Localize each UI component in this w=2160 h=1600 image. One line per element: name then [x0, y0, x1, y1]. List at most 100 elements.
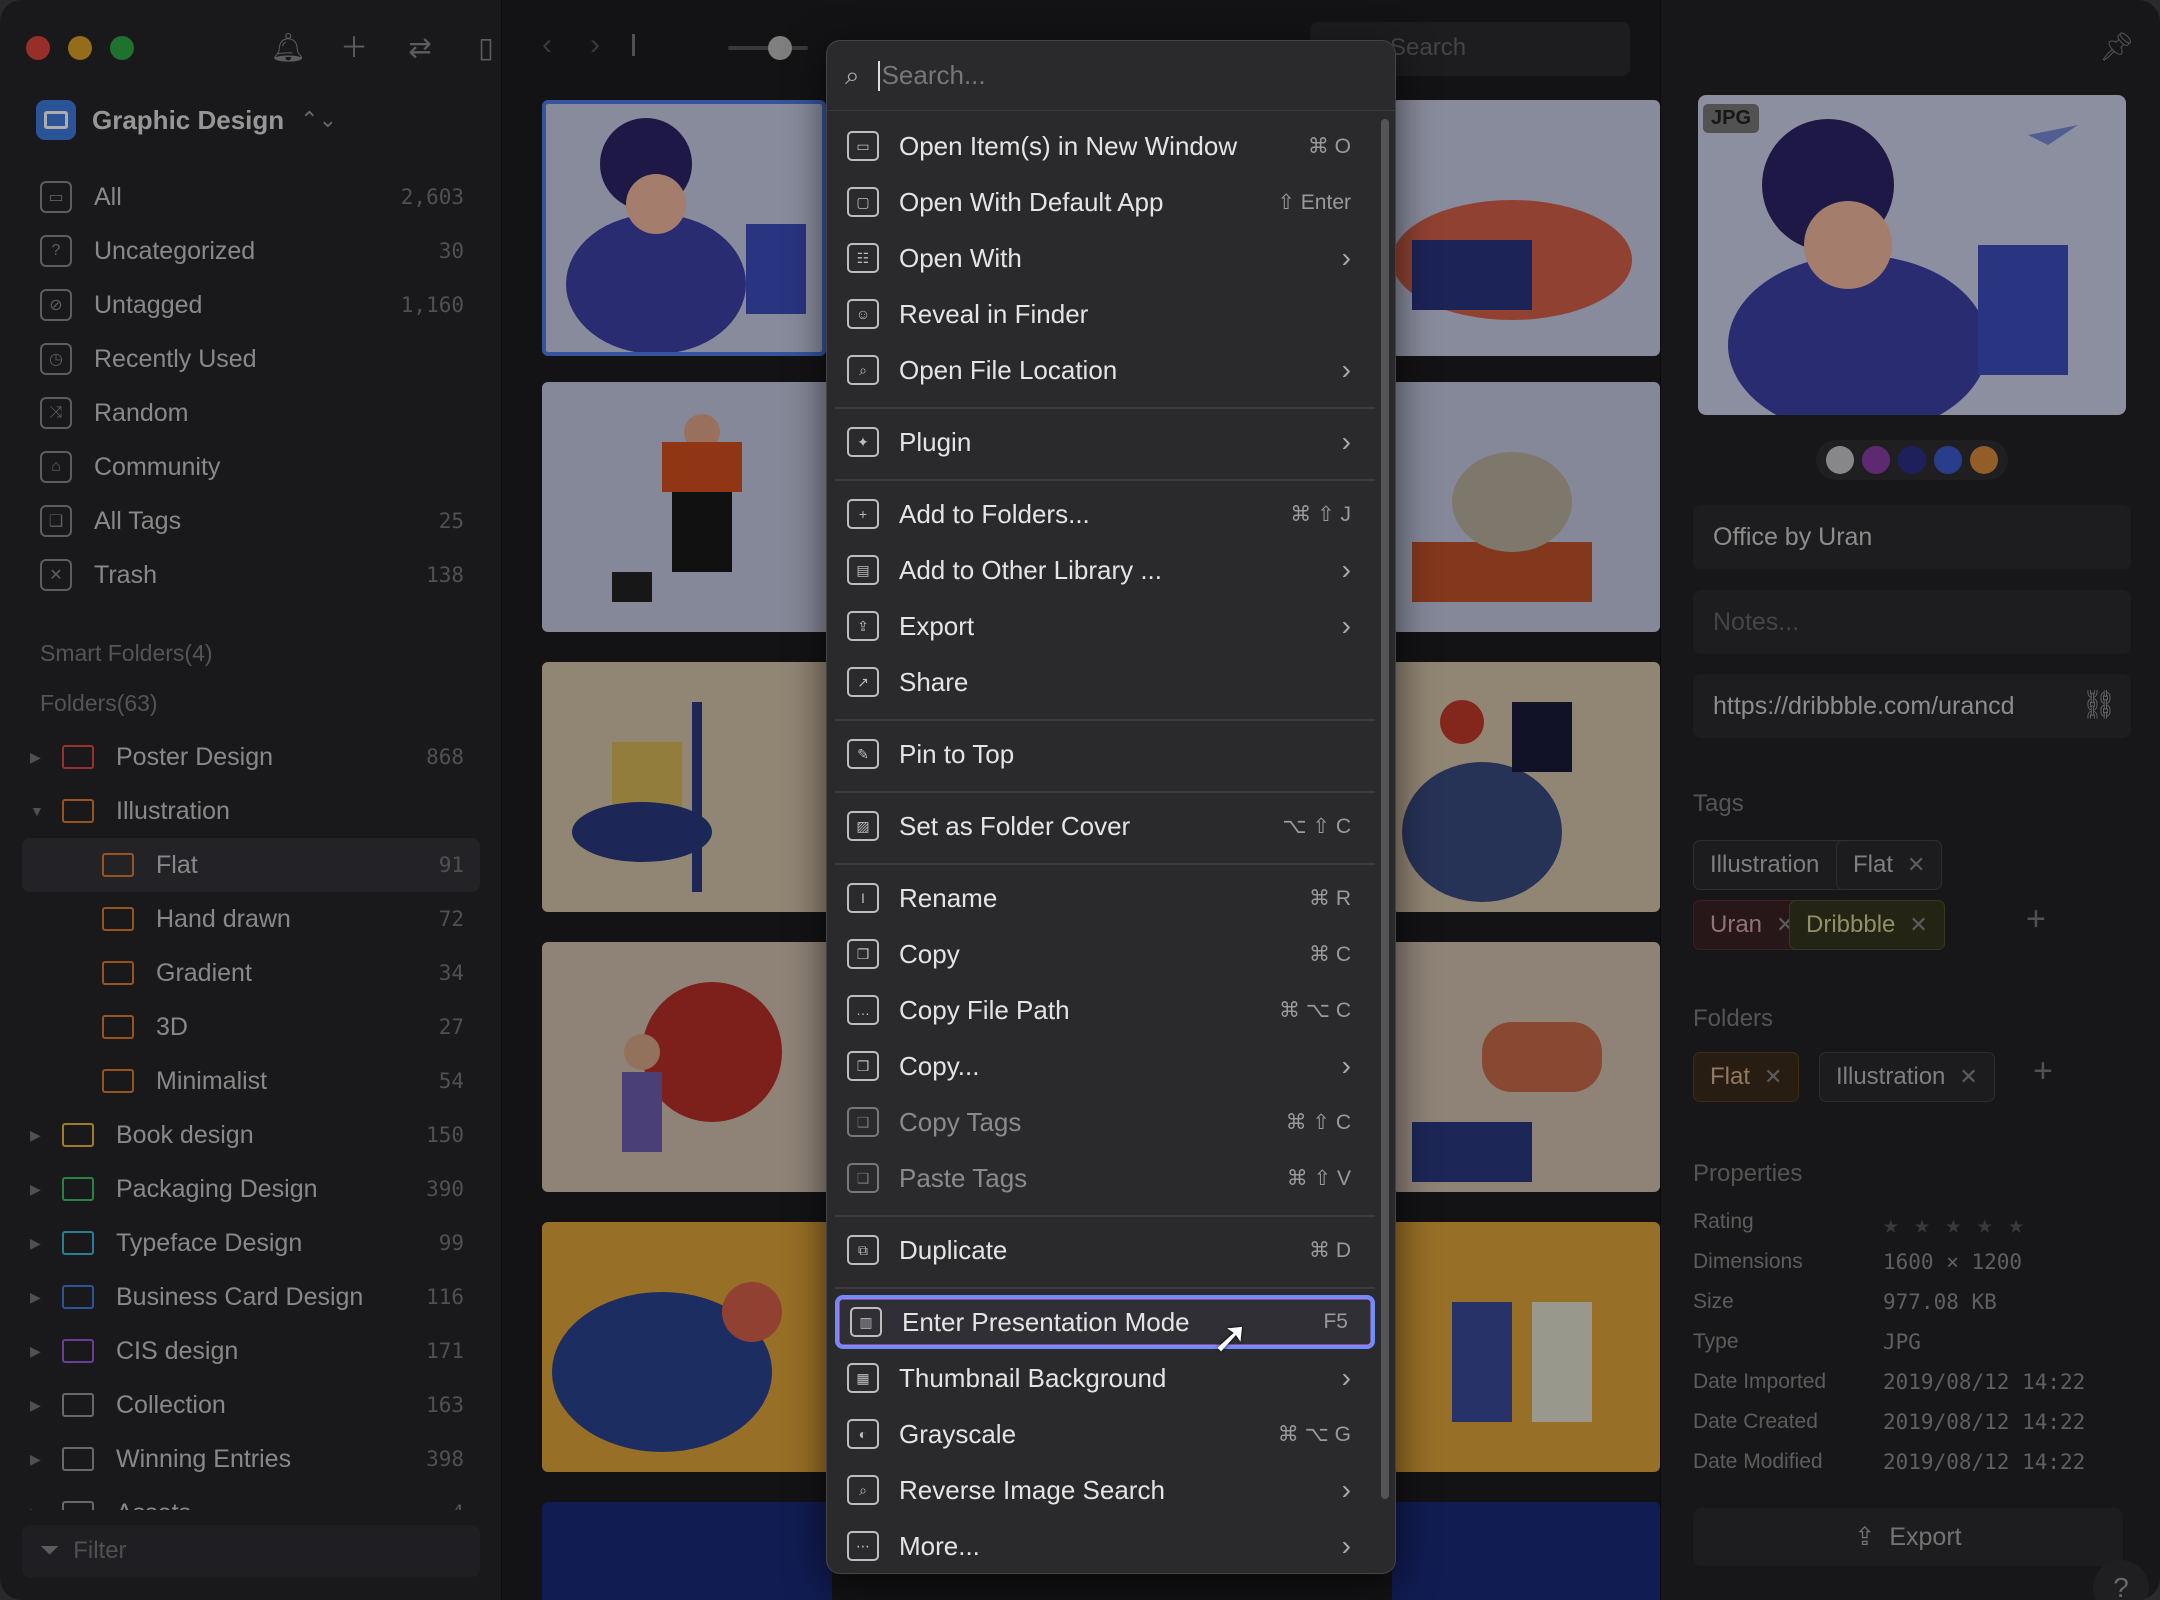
menu-separator — [835, 479, 1375, 481]
menu-item-label: Copy — [899, 938, 960, 969]
menu-item-label: Plugin — [899, 426, 972, 457]
menu-item[interactable]: ▦ Thumbnail Background › — [835, 1351, 1375, 1405]
menu-item: ❑ Copy Tags ⌘ ⇧ C — [835, 1095, 1375, 1149]
menu-item-label: Copy... — [899, 1050, 980, 1081]
menu-item[interactable]: ▭ Open Item(s) in New Window ⌘ O — [835, 119, 1375, 173]
menu-item[interactable]: ☷ Open With › — [835, 231, 1375, 285]
context-menu: ⌕ Search... ▭ Open Item(s) in New Window ⌘… — [826, 40, 1396, 1574]
open-app-icon: ▢ — [847, 187, 879, 217]
menu-item-shortcut: ⌘ ⇧ J — [1290, 502, 1351, 526]
menu-item[interactable]: ▨ Set as Folder Cover ⌥ ⇧ C — [835, 799, 1375, 853]
open-with-icon: ☷ — [847, 243, 879, 273]
menu-separator — [835, 407, 1375, 409]
menu-item[interactable]: ↗ Share — [835, 655, 1375, 709]
menu-search-placeholder: Search... — [881, 60, 986, 90]
menu-item-label: Reveal in Finder — [899, 298, 1089, 329]
menu-separator — [835, 1215, 1375, 1217]
menu-item-label: Open With — [899, 242, 1022, 273]
menu-item[interactable]: ⇪ Export › — [835, 599, 1375, 653]
copy-icon: ❐ — [847, 939, 879, 969]
menu-item-label: Copy File Path — [899, 994, 1070, 1025]
checker-icon: ▦ — [847, 1363, 879, 1393]
rename-icon: I — [847, 883, 879, 913]
menu-item-label: Copy Tags — [899, 1106, 1022, 1137]
menu-item-label: Thumbnail Background — [899, 1362, 1167, 1393]
menu-item: ❑ Paste Tags ⌘ ⇧ V — [835, 1151, 1375, 1205]
menu-item-label: Add to Other Library ... — [899, 554, 1163, 585]
chevron-right-icon: › — [1341, 354, 1351, 385]
menu-item-label: Grayscale — [899, 1418, 1017, 1449]
menu-item-label: Reverse Image Search — [899, 1474, 1165, 1505]
menu-item[interactable]: ✦ Plugin › — [835, 415, 1375, 469]
menu-scrollbar[interactable] — [1381, 119, 1389, 1499]
chevron-right-icon: › — [1341, 554, 1351, 585]
chevron-right-icon: › — [1341, 1530, 1351, 1561]
copy-tags-icon: ❑ — [847, 1107, 879, 1137]
file-location-icon: ⌕ — [847, 355, 879, 385]
menu-separator — [835, 863, 1375, 865]
more-icon: ⋯ — [847, 1531, 879, 1561]
menu-item-shortcut: ⌘ R — [1309, 886, 1351, 910]
menu-item-shortcut: ⌘ ⇧ C — [1285, 1110, 1351, 1134]
menu-item[interactable]: ❐ Copy ⌘ C — [835, 927, 1375, 981]
menu-item-shortcut: F5 — [1323, 1310, 1348, 1333]
share-icon: ↗ — [847, 667, 879, 697]
menu-item-label: Enter Presentation Mode — [902, 1306, 1190, 1337]
mouse-cursor-icon: ➚ — [1212, 1313, 1249, 1362]
menu-item-shortcut: ⌘ D — [1309, 1238, 1351, 1262]
chevron-right-icon: › — [1341, 242, 1351, 273]
menu-search-input[interactable]: ⌕ Search... — [827, 41, 1395, 111]
menu-item[interactable]: ⌕ Reverse Image Search › — [835, 1463, 1375, 1517]
text-caret — [877, 60, 880, 91]
menu-item-label: Rename — [899, 882, 998, 913]
menu-item[interactable]: ▥ Enter Presentation Mode F5 — [835, 1295, 1375, 1349]
menu-item[interactable]: ▤ Add to Other Library ... › — [835, 543, 1375, 597]
menu-item[interactable]: ⌕ Open File Location › — [835, 343, 1375, 397]
menu-item[interactable]: ▢ Open With Default App ⇧ Enter — [835, 175, 1375, 229]
menu-item[interactable]: ❐ Copy... › — [835, 1039, 1375, 1093]
app-window: 🔔︎ ＋ ⇄ ▯ Graphic Design ⌃⌄ ▭ All 2,603? Unc… — [0, 0, 2160, 1600]
menu-item-label: Open File Location — [899, 354, 1118, 385]
menu-item[interactable]: + Add to Folders... ⌘ ⇧ J — [835, 487, 1375, 541]
menu-separator — [835, 719, 1375, 721]
image-search-icon: ⌕ — [847, 1475, 879, 1505]
duplicate-icon: ⧉ — [847, 1235, 879, 1265]
menu-item-shortcut: ⌘ ⌥ C — [1278, 998, 1351, 1022]
chevron-right-icon: › — [1341, 426, 1351, 457]
add-folder-icon: + — [847, 499, 879, 529]
export-icon: ⇪ — [847, 611, 879, 641]
pin-icon: ✎ — [847, 739, 879, 769]
menu-item[interactable]: ⋯ More... › — [835, 1519, 1375, 1573]
menu-item[interactable]: ✎ Pin to Top — [835, 727, 1375, 781]
new-window-icon: ▭ — [847, 131, 879, 161]
menu-item-label: Duplicate — [899, 1234, 1008, 1265]
search-icon: ⌕ — [845, 59, 860, 90]
menu-item-label: Open Item(s) in New Window — [899, 130, 1238, 161]
menu-item-label: Set as Folder Cover — [899, 810, 1131, 841]
menu-item-shortcut: ⌘ O — [1307, 134, 1351, 158]
copy-more-icon: ❐ — [847, 1051, 879, 1081]
image-cover-icon: ▨ — [847, 811, 879, 841]
grayscale-icon: ◐ — [847, 1419, 879, 1449]
library-icon: ▤ — [847, 555, 879, 585]
menu-separator — [835, 791, 1375, 793]
menu-item-shortcut: ⌘ ⇧ V — [1286, 1166, 1351, 1190]
menu-item-shortcut: ⇧ Enter — [1277, 190, 1351, 214]
presentation-icon: ▥ — [850, 1307, 882, 1337]
menu-item-label: Export — [899, 610, 975, 641]
menu-item-label: Pin to Top — [899, 738, 1015, 769]
menu-item[interactable]: … Copy File Path ⌘ ⌥ C — [835, 983, 1375, 1037]
menu-item-label: Paste Tags — [899, 1162, 1028, 1193]
chevron-right-icon: › — [1341, 1050, 1351, 1081]
menu-item-shortcut: ⌘ ⌥ G — [1277, 1422, 1351, 1446]
menu-item[interactable]: ☺ Reveal in Finder — [835, 287, 1375, 341]
menu-item[interactable]: I Rename ⌘ R — [835, 871, 1375, 925]
menu-item-shortcut: ⌥ ⇧ C — [1282, 814, 1351, 838]
menu-item-label: More... — [899, 1530, 980, 1561]
chevron-right-icon: › — [1341, 1474, 1351, 1505]
finder-icon: ☺ — [847, 299, 879, 329]
menu-item-shortcut: ⌘ C — [1309, 942, 1351, 966]
chevron-right-icon: › — [1341, 610, 1351, 641]
menu-item[interactable]: ◐ Grayscale ⌘ ⌥ G — [835, 1407, 1375, 1461]
menu-item[interactable]: ⧉ Duplicate ⌘ D — [835, 1223, 1375, 1277]
